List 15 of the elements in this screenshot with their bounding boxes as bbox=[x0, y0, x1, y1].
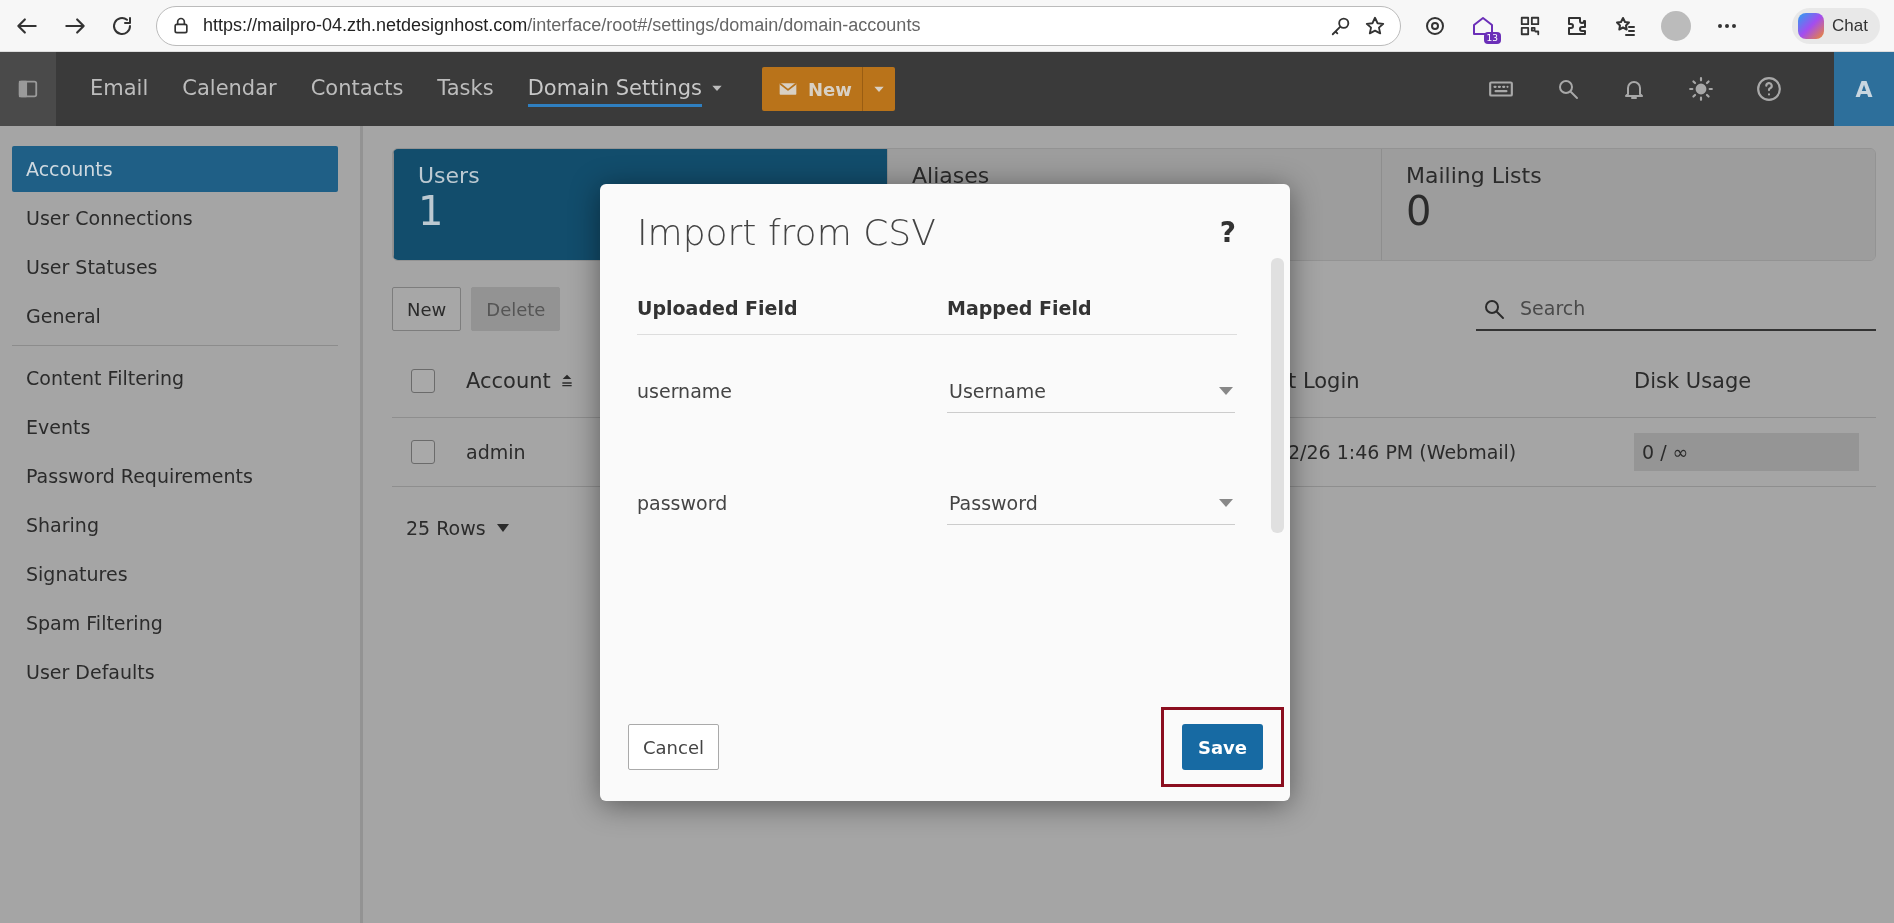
field-name: username bbox=[637, 380, 733, 402]
dialog-title: Import from CSV bbox=[637, 211, 936, 253]
url-text: https://mailpro-04.zth.netdesignhost.com/interface/root#/settings/domain/domain-accounts bbox=[203, 15, 922, 36]
table-cell: admin bbox=[466, 441, 526, 463]
column-header: Mapped Field bbox=[947, 297, 1093, 319]
card-count: 1 bbox=[418, 188, 444, 234]
card-label: Mailing Lists bbox=[1406, 163, 1543, 188]
column-header: Uploaded Field bbox=[637, 297, 799, 319]
card-label: Users bbox=[418, 163, 481, 188]
card-count: 0 bbox=[1406, 188, 1432, 234]
card-label: Aliases bbox=[912, 163, 991, 188]
notification-badge: 13 bbox=[1483, 31, 1501, 44]
field-name: password bbox=[637, 492, 729, 514]
disk-usage-bar: 0 / ∞ bbox=[1634, 433, 1859, 471]
table-cell: 2/26 1:46 PM (Webmail) bbox=[1288, 441, 1517, 463]
